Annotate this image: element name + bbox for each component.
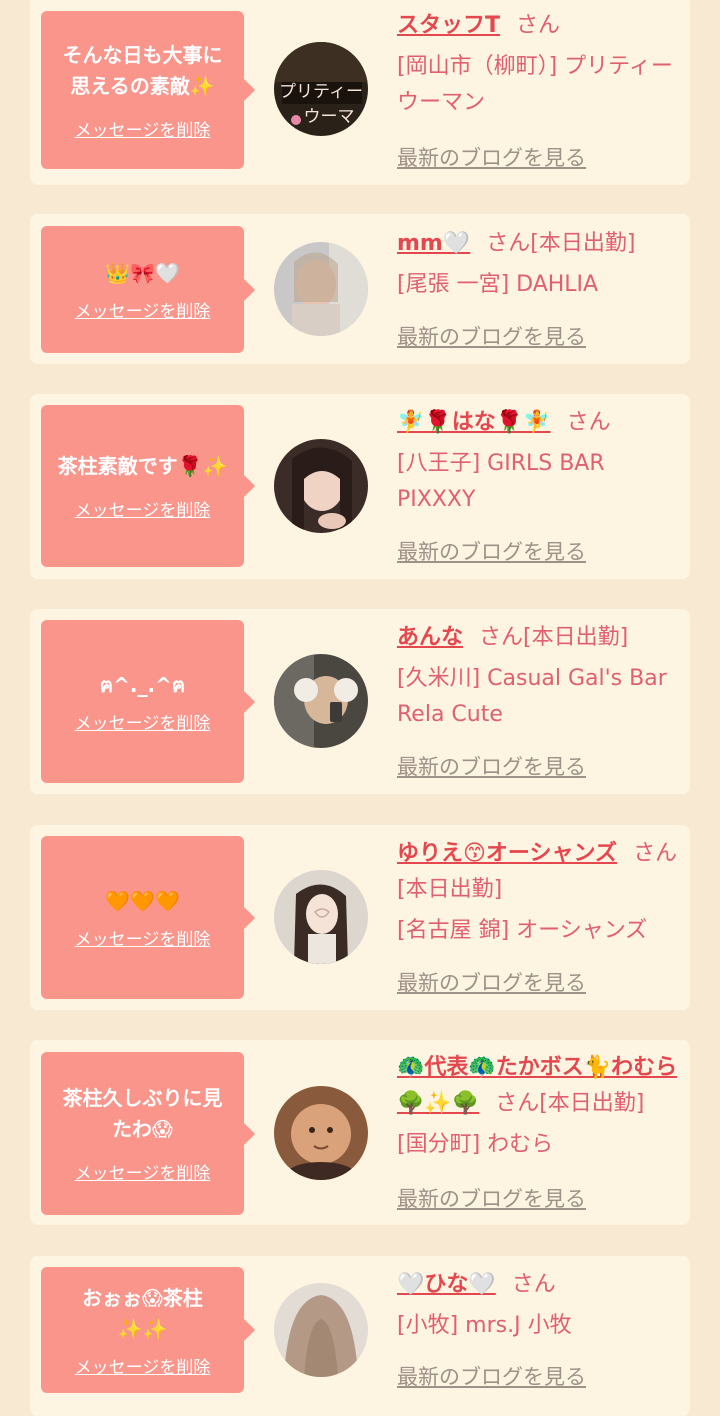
view-blog-link[interactable]: 最新のブログを見る [397,142,586,172]
message-card: おぉぉ😱茶柱 ✨✨ メッセージを削除 🤍ひな🤍 さん [小牧] mrs.J 小牧 … [30,1256,690,1416]
favorite-message-list: そんな日も大事に 思えるの素敵✨ メッセージを削除 プリティー ウーマ スタッフ… [0,0,720,1416]
message-card: 茶柱久しぶりに見 たわ😱 メッセージを削除 🦚代表🦚たかボス🐈わむら🌳✨🌳 さん[… [30,1040,690,1225]
shop-label: [久米川] Casual Gal's Bar Rela Cute [397,666,667,727]
message-bubble: 🧡🧡🧡 メッセージを削除 [41,836,255,999]
shop-label: [国分町] わむら [397,1132,554,1157]
delete-message-button[interactable]: メッセージを削除 [75,709,211,734]
card-info: mm🤍 さん[本日出勤] [尾張 一宮] DAHLIA [397,226,682,303]
message-bubble: 茶柱素敵です🌹✨ メッセージを削除 [41,405,255,567]
delete-message-button[interactable]: メッセージを削除 [75,116,211,141]
person-photo-avatar[interactable] [274,439,368,533]
view-blog-link[interactable]: 最新のブログを見る [397,1183,586,1213]
view-blog-link[interactable]: 最新のブログを見る [397,1361,586,1391]
message-card: 👑🎀🤍 メッセージを削除 mm🤍 さん[本日出勤] [尾張 一宮] DAHLIA … [30,214,690,364]
message-card: 🧡🧡🧡 メッセージを削除 ゆりえ😙オーシャンズ さん[本日出勤] [名古屋 錦] … [30,825,690,1010]
card-info: ゆりえ😙オーシャンズ さん[本日出勤] [名古屋 錦] オーシャンズ [397,836,682,949]
shop-label: [八王子] GIRLS BAR PIXXXY [397,451,605,512]
message-card: そんな日も大事に 思えるの素敵✨ メッセージを削除 プリティー ウーマ スタッフ… [30,0,690,185]
message-text: おぉぉ😱茶柱 ✨✨ [82,1285,203,1341]
view-blog-link[interactable]: 最新のブログを見る [397,751,586,781]
hair-photo-avatar[interactable] [274,1283,368,1377]
svg-text:プリティー: プリティー [279,82,363,102]
cast-name-link[interactable]: 🤍ひな🤍 [397,1272,496,1297]
message-bubble: 👑🎀🤍 メッセージを削除 [41,226,255,353]
delete-message-button[interactable]: メッセージを削除 [75,925,211,950]
message-text: 🧡🧡🧡 [105,888,180,913]
message-bubble: 茶柱久しぶりに見 たわ😱 メッセージを削除 [41,1052,255,1215]
book-cover-avatar[interactable]: プリティー ウーマ [274,42,368,136]
message-bubble: そんな日も大事に 思えるの素敵✨ メッセージを削除 [41,11,255,169]
delete-message-button[interactable]: メッセージを削除 [75,1353,211,1378]
delete-message-button[interactable]: メッセージを削除 [75,297,211,322]
message-text: ฅ^._.^ฅ [99,672,186,697]
person-photo-avatar[interactable] [274,654,368,748]
delete-message-button[interactable]: メッセージを削除 [75,1159,211,1184]
cast-name-link[interactable]: スタッフT [397,13,500,38]
cast-name-link[interactable]: 🧚🌹はな🌹🧚 [397,410,551,435]
message-card: 茶柱素敵です🌹✨ メッセージを削除 🧚🌹はな🌹🧚 さん [八王子] GIRLS B… [30,394,690,579]
honorific-label: さん[本日出勤] [479,625,629,650]
face-photo-avatar[interactable] [274,1086,368,1180]
card-info: スタッフT さん [岡山市（柳町）] プリティーウーマン [397,8,682,121]
shop-label: [名古屋 錦] オーシャンズ [397,918,648,943]
honorific-label: さん [566,410,611,435]
message-text: 茶柱素敵です🌹✨ [57,454,228,478]
cast-name-link[interactable]: ゆりえ😙オーシャンズ [397,841,617,866]
view-blog-link[interactable]: 最新のブログを見る [397,321,586,351]
message-text: そんな日も大事に 思えるの素敵✨ [62,42,223,98]
message-card: ฅ^._.^ฅ メッセージを削除 あんな さん[本日出勤] [久米川] Casua… [30,609,690,794]
card-info: 🦚代表🦚たかボス🐈わむら🌳✨🌳 さん[本日出勤] [国分町] わむら [397,1050,682,1163]
person-photo-avatar[interactable] [274,242,368,336]
message-text: 茶柱久しぶりに見 たわ😱 [62,1086,223,1141]
honorific-label: さん[本日出勤] [486,231,636,256]
svg-text:ウーマ: ウーマ [304,107,355,127]
message-bubble: ฅ^._.^ฅ メッセージを削除 [41,620,255,783]
card-info: あんな さん[本日出勤] [久米川] Casual Gal's Bar Rela … [397,620,682,733]
shop-label: [小牧] mrs.J 小牧 [397,1313,572,1338]
delete-message-button[interactable]: メッセージを削除 [75,496,211,521]
cast-name-link[interactable]: mm🤍 [397,231,470,256]
cast-name-link[interactable]: あんな [397,625,463,650]
message-bubble: おぉぉ😱茶柱 ✨✨ メッセージを削除 [41,1267,255,1393]
view-blog-link[interactable]: 最新のブログを見る [397,967,586,997]
person-photo-avatar[interactable] [274,870,368,964]
honorific-label: さん [516,13,561,38]
honorific-label: さん[本日出勤] [495,1091,645,1116]
card-info: 🧚🌹はな🌹🧚 さん [八王子] GIRLS BAR PIXXXY [397,405,682,518]
shop-label: [岡山市（柳町）] プリティーウーマン [397,54,673,115]
card-info: 🤍ひな🤍 さん [小牧] mrs.J 小牧 [397,1267,682,1344]
shop-label: [尾張 一宮] DAHLIA [397,272,599,297]
honorific-label: さん [511,1272,556,1297]
view-blog-link[interactable]: 最新のブログを見る [397,536,586,566]
message-text: 👑🎀🤍 [105,260,180,285]
